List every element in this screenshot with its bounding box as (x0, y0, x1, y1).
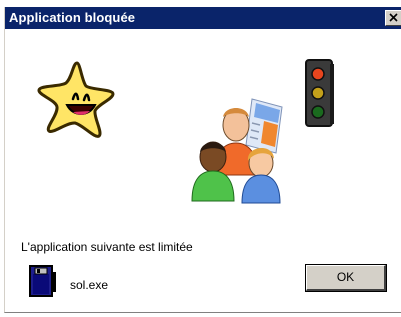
title-bar[interactable]: Application bloquée (5, 7, 401, 29)
users-group-icon (191, 98, 283, 204)
restriction-message: L'application suivante est limitée (21, 240, 193, 254)
ok-button[interactable]: OK (305, 264, 387, 292)
blocked-app-dialog: Application bloquée L'application suivan… (4, 7, 401, 313)
close-button[interactable] (385, 10, 401, 26)
traffic-light-icon (305, 59, 334, 127)
blocked-file-name: sol.exe (70, 278, 109, 292)
executable-file-icon (29, 265, 56, 297)
close-icon (389, 13, 398, 22)
smiling-star-icon (37, 61, 115, 138)
window-title: Application bloquée (9, 10, 136, 25)
